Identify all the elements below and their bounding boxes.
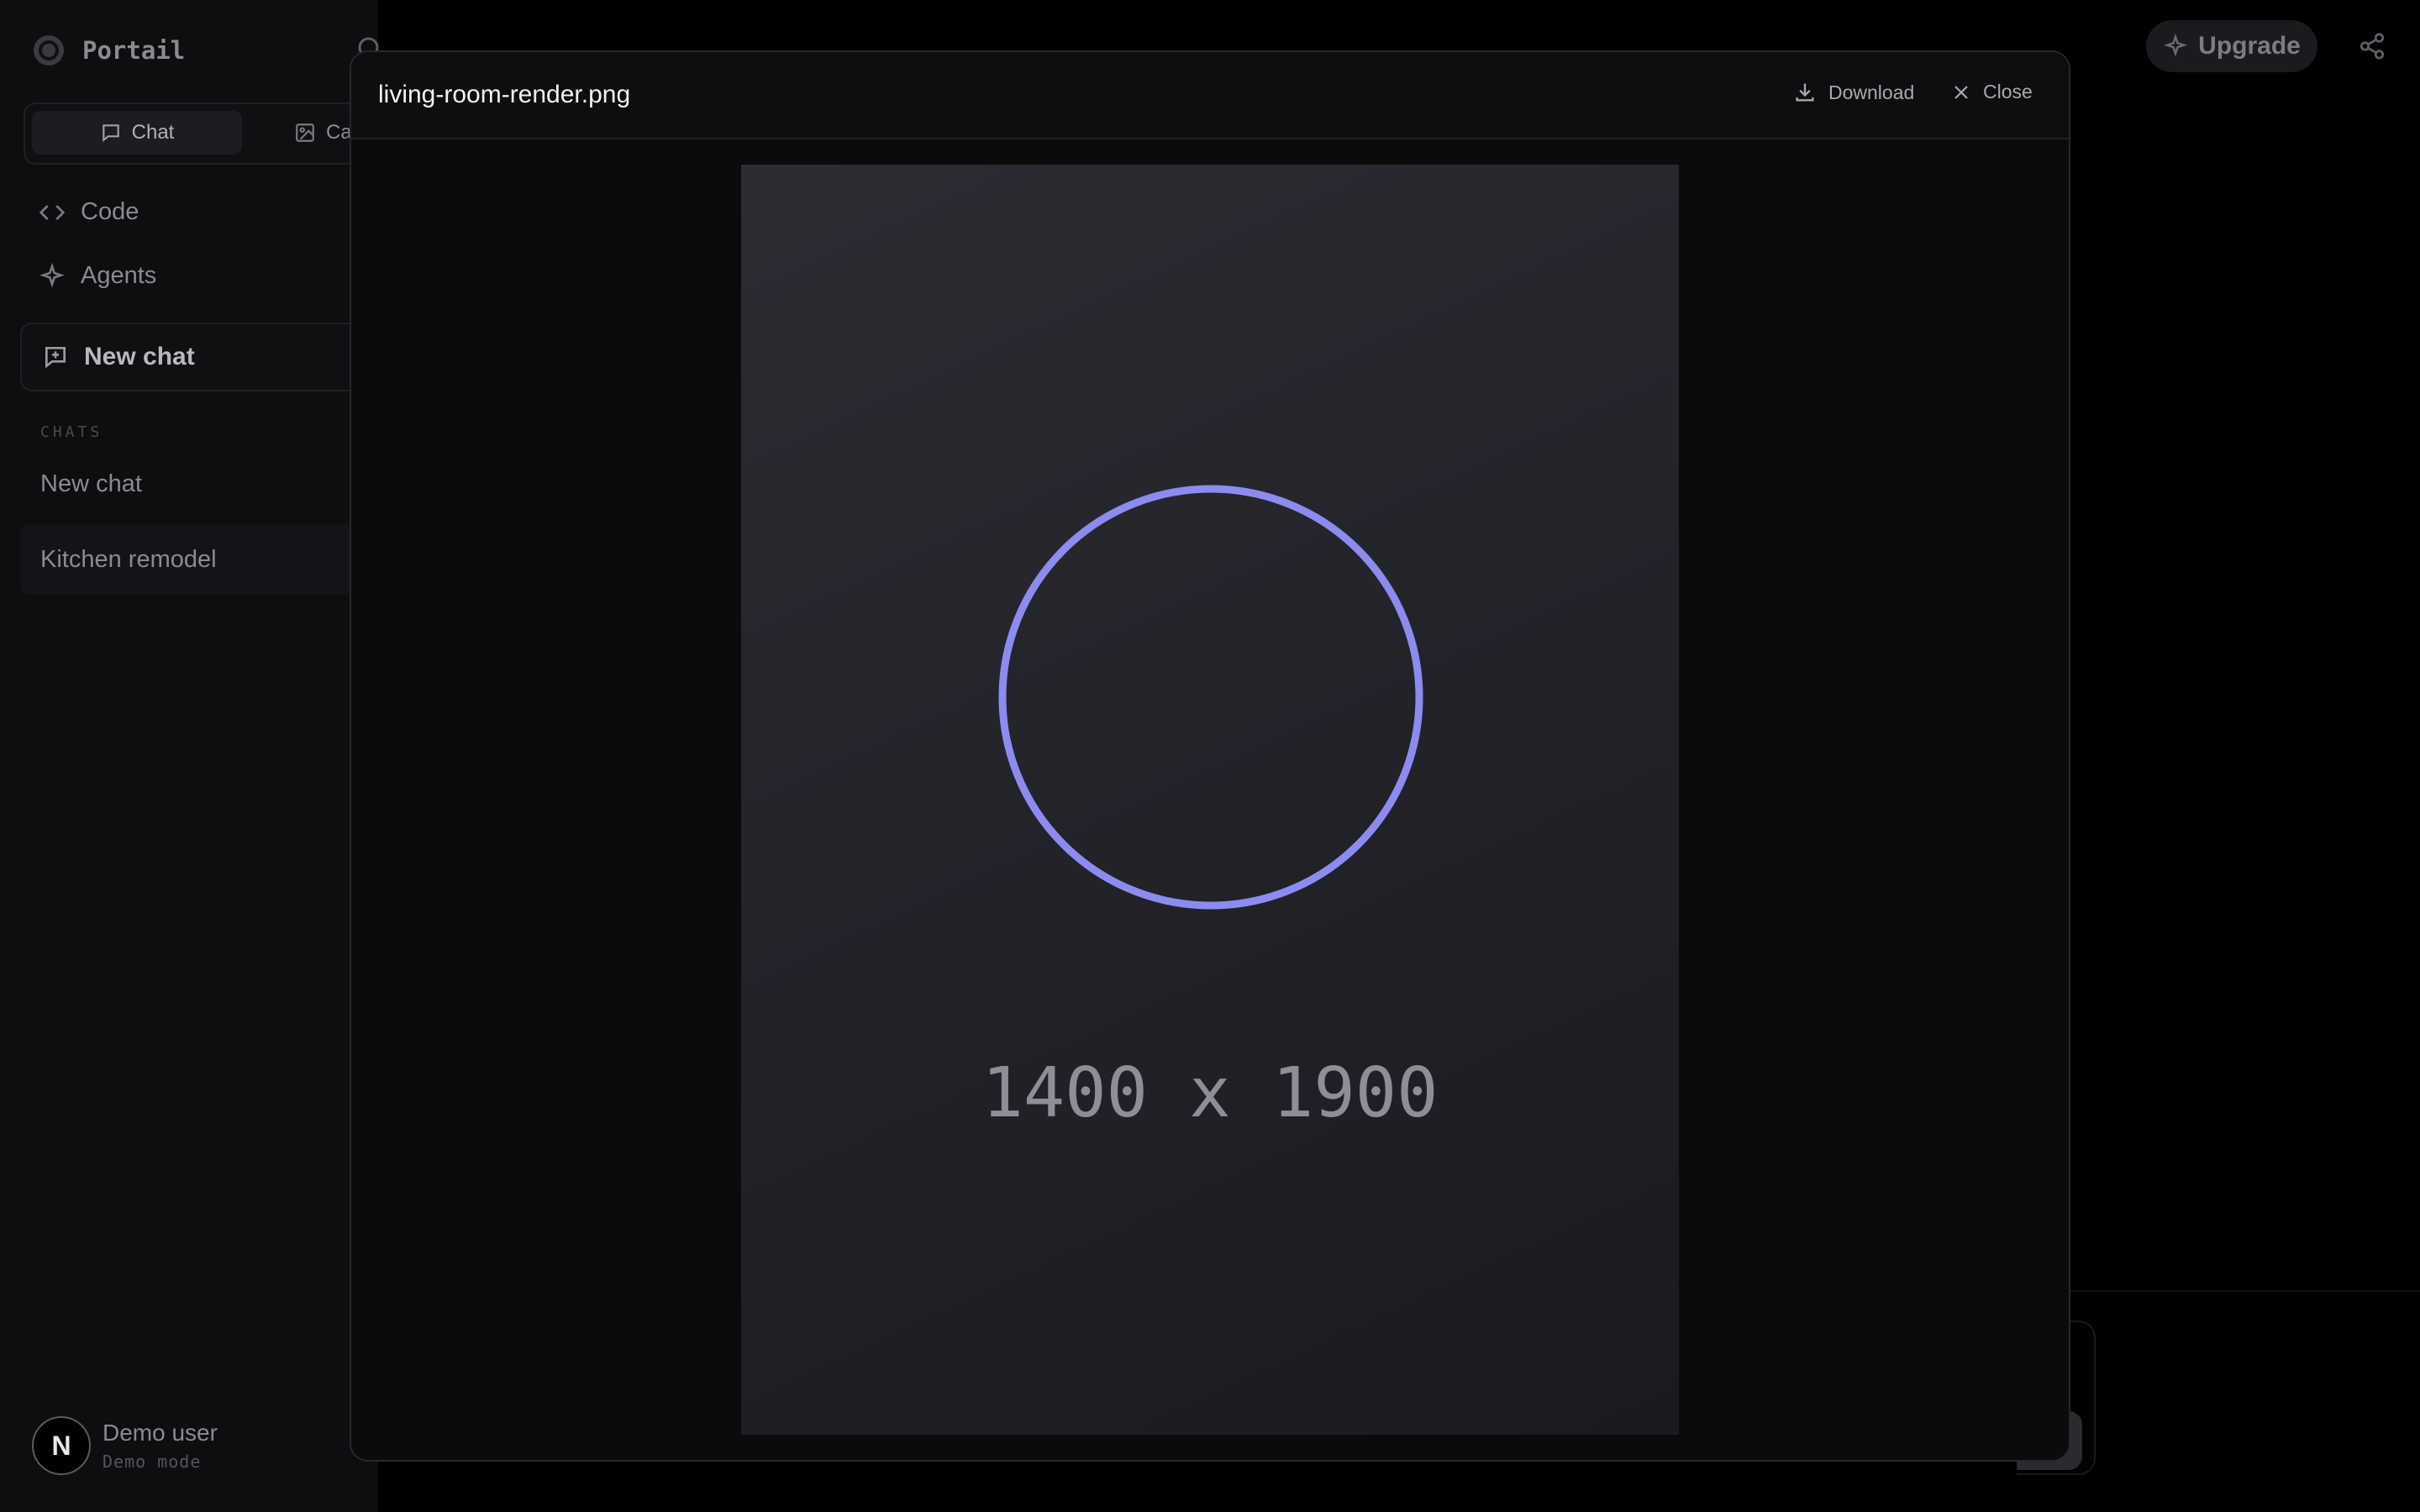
new-chat-button[interactable]: New chat: [20, 323, 390, 391]
new-chat-label: New chat: [84, 343, 195, 370]
close-button[interactable]: Close: [1951, 81, 2033, 103]
nav-item-agents-label: Agents: [81, 262, 157, 289]
download-label: Download: [1828, 81, 1915, 103]
upgrade-button[interactable]: Upgrade: [2146, 20, 2317, 72]
tab-chat[interactable]: Chat: [32, 111, 242, 155]
brand[interactable]: Portail: [34, 32, 185, 69]
sparkle-icon: [2164, 34, 2188, 57]
close-icon: [1954, 85, 1968, 99]
sidebar: Portail Chat Ca Code Agents New chat CHA: [0, 0, 390, 1512]
image-preview-modal: living-room-render.png Download Close 14…: [350, 50, 2070, 1462]
tab-canvas-label: Ca: [326, 121, 352, 144]
close-label: Close: [1983, 81, 2033, 102]
image-preview: 1400 x 1900: [741, 165, 1679, 1435]
download-button[interactable]: Download: [1793, 81, 1914, 104]
chat-list-item[interactable]: Kitchen remodel: [20, 524, 373, 595]
upgrade-label: Upgrade: [2198, 32, 2301, 60]
user-profile[interactable]: N Demo user Demo mode: [32, 1416, 218, 1475]
nav-item-code-label: Code: [81, 198, 139, 225]
nav-item-agents[interactable]: Agents: [39, 262, 156, 290]
avatar: N: [32, 1416, 91, 1475]
user-mode: Demo mode: [103, 1452, 202, 1472]
brand-name: Portail: [82, 36, 186, 65]
brand-logo-icon: [34, 35, 64, 66]
tab-chat-label: Chat: [131, 121, 175, 144]
modal-header: living-room-render.png Download Close: [351, 52, 2069, 139]
placeholder-graphic: [998, 485, 1423, 910]
composer-divider: [2017, 1290, 2420, 1292]
mode-switcher: Chat Ca: [24, 102, 380, 165]
share-icon[interactable]: [2358, 32, 2386, 60]
user-name: Demo user: [103, 1420, 218, 1446]
download-icon: [1796, 83, 1814, 102]
placeholder-circle: [998, 485, 1423, 910]
chats-section-label: CHATS: [40, 423, 103, 441]
sparkle-icon: [39, 262, 65, 288]
image-icon: [296, 123, 314, 142]
code-icon: [39, 204, 66, 220]
image-dimensions-label: 1400 x 1900: [981, 1053, 1439, 1133]
modal-body: 1400 x 1900: [351, 139, 2069, 1460]
chat-list-item[interactable]: New chat: [40, 470, 142, 498]
new-chat-icon: [45, 347, 66, 369]
chat-bubble-icon: [102, 124, 119, 142]
nav-item-code[interactable]: Code: [39, 198, 139, 226]
modal-title: living-room-render.png: [378, 81, 631, 108]
